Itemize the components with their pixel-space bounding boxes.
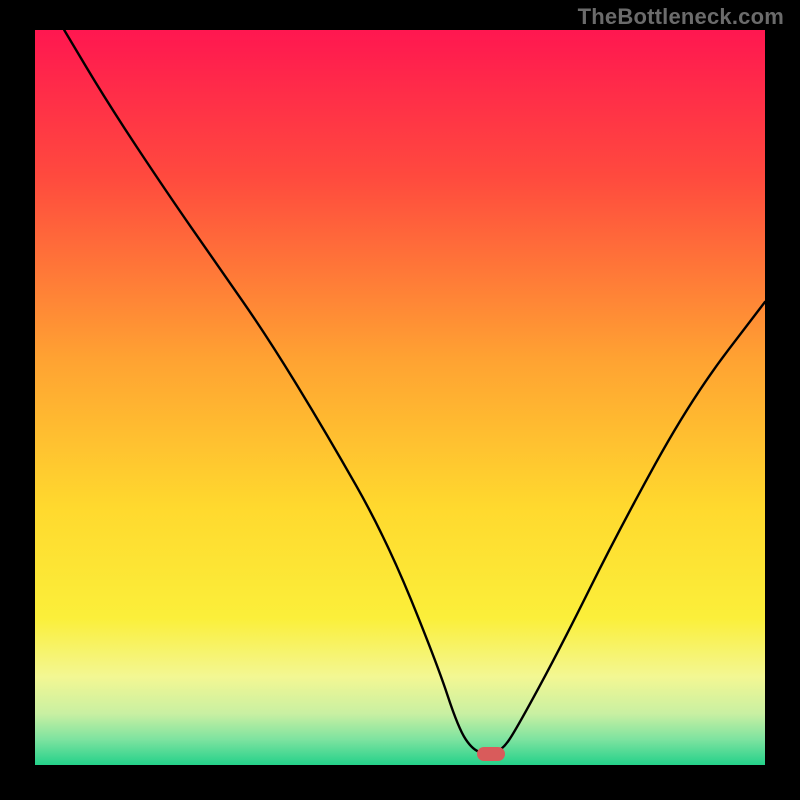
watermark-text: TheBottleneck.com bbox=[578, 4, 784, 30]
bottleneck-curve bbox=[35, 30, 765, 765]
chart-frame: TheBottleneck.com bbox=[0, 0, 800, 800]
optimal-marker bbox=[477, 747, 505, 761]
plot-area bbox=[35, 30, 765, 765]
